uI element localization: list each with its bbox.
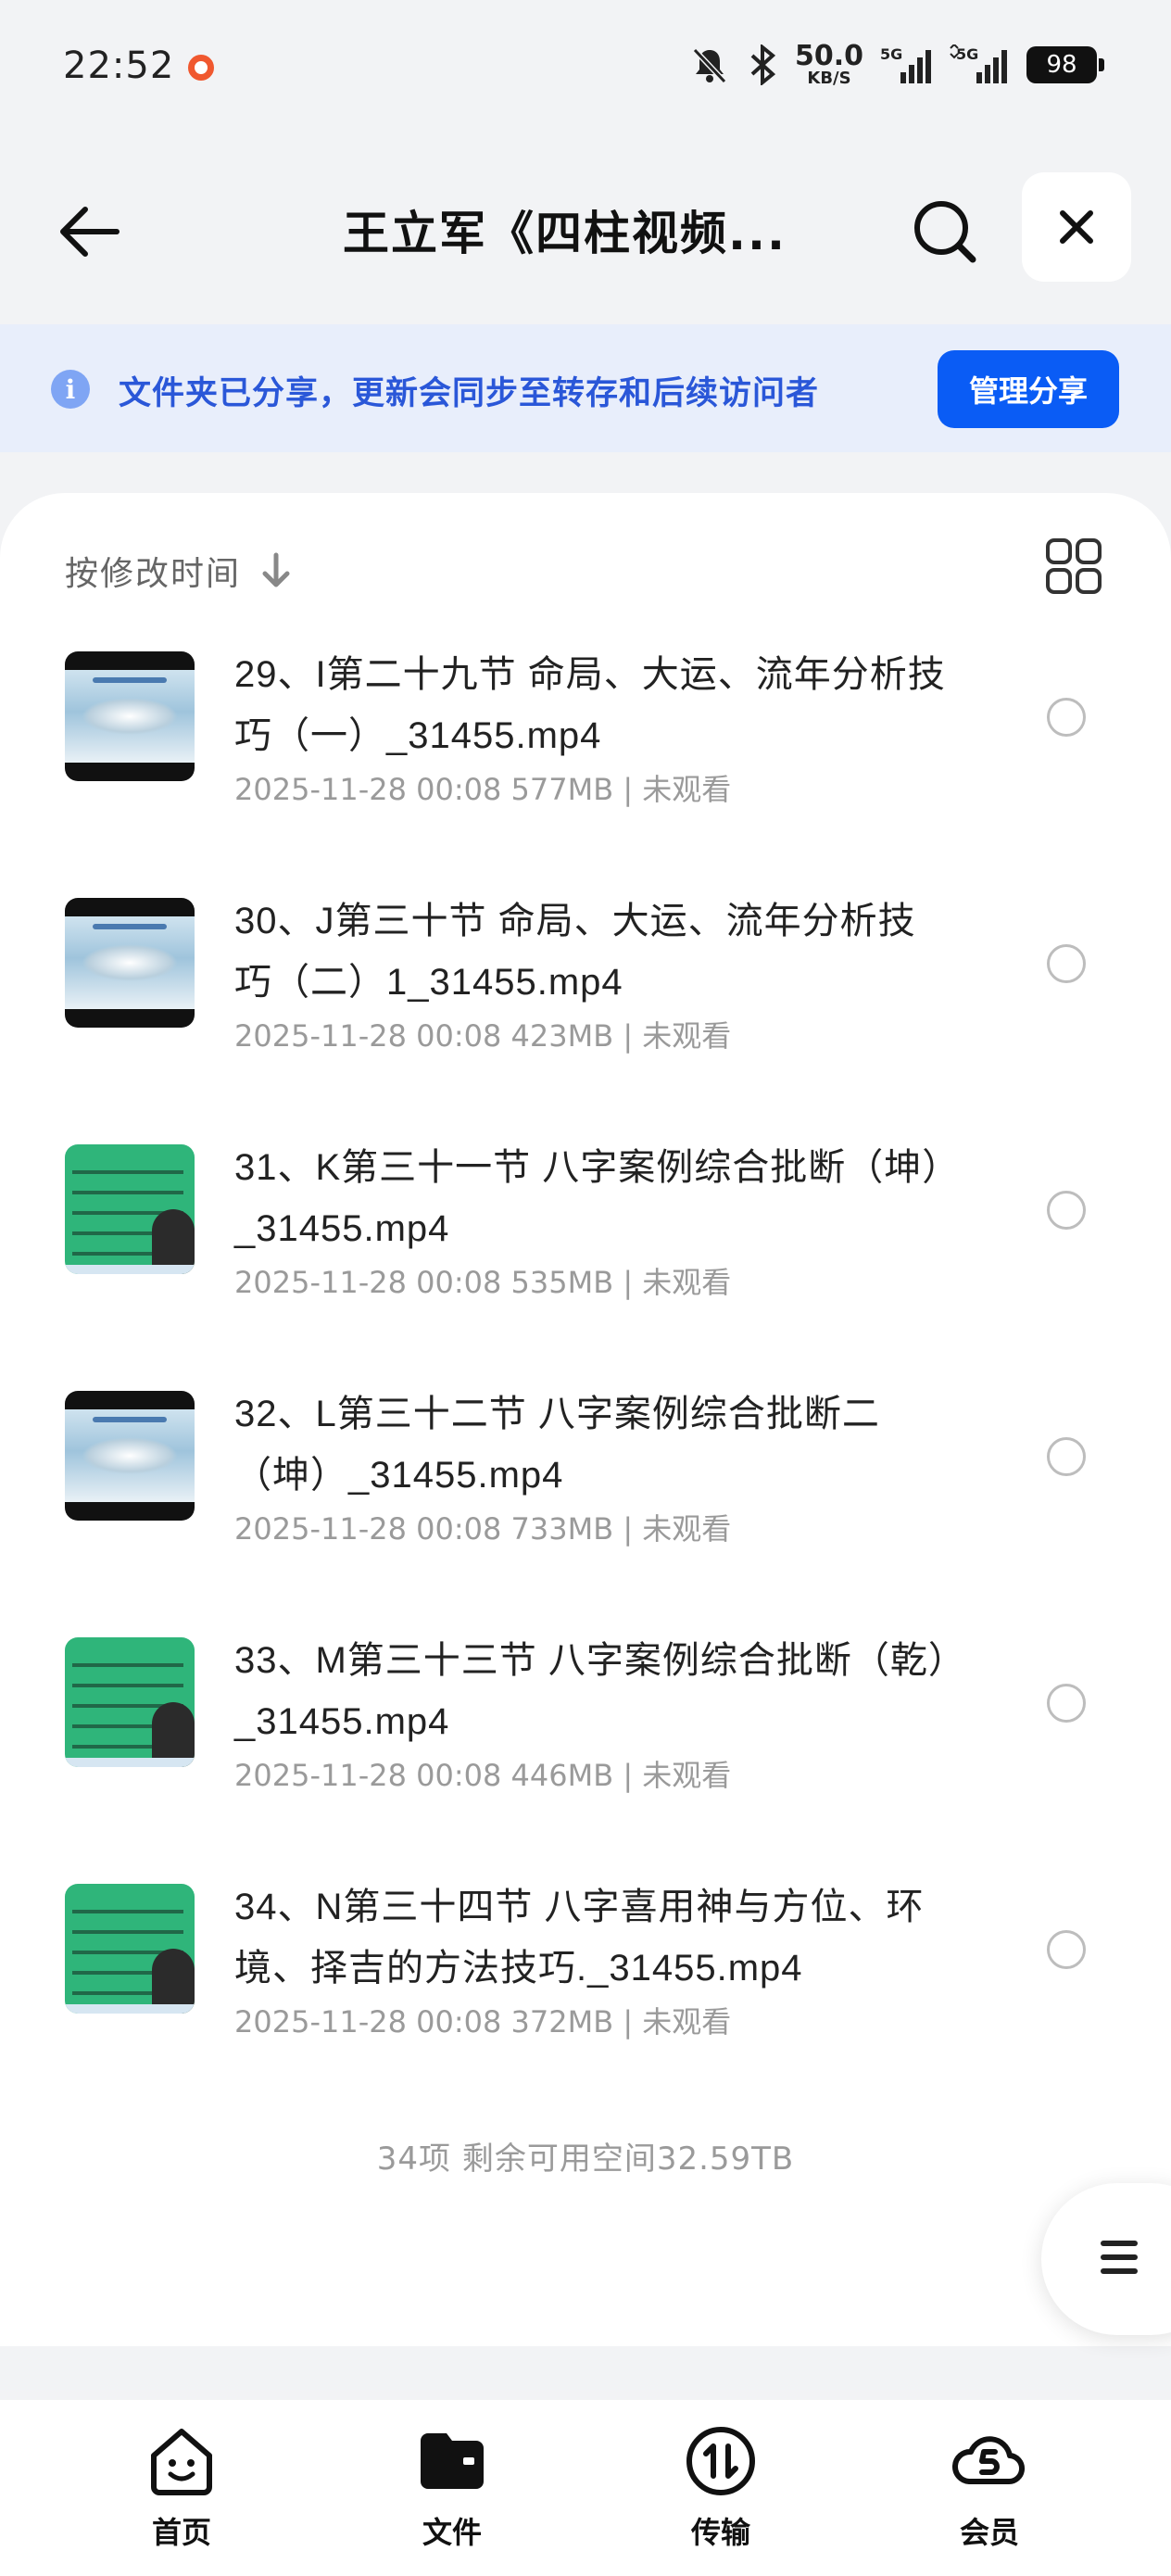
file-size: 423MB [510, 1018, 614, 1054]
status-time: 22:52 [63, 44, 175, 87]
select-radio[interactable] [1047, 1191, 1086, 1230]
nav-vip-label: 会员 [959, 2515, 1019, 2550]
recording-indicator-icon [188, 55, 214, 81]
select-radio[interactable] [1047, 1684, 1086, 1723]
close-icon [1060, 210, 1093, 244]
file-date: 2025-11-28 00:08 [234, 1265, 502, 1300]
page-title: 王立军《四柱视频... [343, 207, 787, 260]
signal-2-label: 5G [956, 45, 978, 63]
file-date: 2025-11-28 00:08 [234, 2004, 502, 2039]
file-date: 2025-11-28 00:08 [234, 1018, 502, 1054]
watch-status: 未观看 [642, 772, 732, 807]
menu-lines-icon [1101, 2241, 1138, 2274]
watch-status: 未观看 [642, 1511, 732, 1547]
video-thumbnail [65, 1637, 195, 1767]
home-face-icon [143, 2422, 220, 2500]
video-thumbnail [65, 898, 195, 1028]
status-bar: 22:52 50.0 KB/S 5G 5G 98 [0, 0, 1171, 139]
watch-status: 未观看 [642, 1758, 732, 1793]
nav-home[interactable]: 首页 [117, 2422, 246, 2561]
sort-selector[interactable]: 按修改时间 [65, 547, 293, 595]
file-meta: 2025-11-28 00:08 423MB | 未观看 [234, 1018, 732, 1054]
sort-label: 按修改时间 [65, 555, 242, 593]
file-size: 733MB [510, 1511, 614, 1547]
file-meta: 2025-11-28 00:08 577MB | 未观看 [234, 772, 732, 807]
file-row[interactable]: 33、M第三十三节 八字案例综合批断（乾）_31455.mp4 2025-11-2… [0, 1611, 1171, 1858]
file-name: 34、N第三十四节 八字喜用神与方位、环境、择吉的方法技巧._31455.mp4 [234, 1887, 925, 1989]
file-name: 31、K第三十一节 八字案例综合批断（坤）_31455.mp4 [234, 1147, 942, 1249]
vip-cloud-icon [951, 2422, 1028, 2500]
file-meta: 2025-11-28 00:08 733MB | 未观看 [234, 1511, 732, 1547]
file-row[interactable]: 29、I第二十九节 命局、大运、流年分析技巧（一）_31455.mp4 2025-… [0, 625, 1171, 872]
watch-status: 未观看 [642, 1265, 732, 1300]
video-thumbnail [65, 1391, 195, 1521]
signal-icon-2: 5G [949, 44, 1010, 85]
nav-vip[interactable]: 会员 [925, 2422, 1054, 2561]
select-radio[interactable] [1047, 698, 1086, 737]
file-meta: 2025-11-28 00:08 372MB | 未观看 [234, 2004, 732, 2039]
file-row[interactable]: 31、K第三十一节 八字案例综合批断（坤）_31455.mp4 2025-11-2… [0, 1118, 1171, 1365]
net-speed: 50.0 KB/S [795, 43, 863, 87]
file-size: 577MB [510, 772, 614, 807]
search-button[interactable] [908, 195, 982, 269]
nav-files-label: 文件 [422, 2515, 482, 2550]
file-name: 29、I第二十九节 命局、大运、流年分析技巧（一）_31455.mp4 [234, 654, 946, 756]
grid-view-toggle[interactable] [1045, 537, 1102, 595]
nav-transfer-label: 传输 [690, 2515, 750, 2550]
arrow-left-icon [60, 207, 120, 257]
video-thumbnail [65, 651, 195, 781]
signal-1-label: 5G [880, 45, 902, 63]
battery-indicator: 98 [1026, 46, 1104, 83]
nav-files[interactable]: 文件 [387, 2422, 517, 2561]
file-size: 446MB [510, 1758, 614, 1793]
file-name: 32、L第三十二节 八字案例综合批断二（坤）_31455.mp4 [234, 1394, 880, 1496]
bottom-navigation: 首页 文件 传输 会员 [0, 2400, 1171, 2576]
storage-summary: 34项 剩余可用空间32.59TB [376, 2140, 795, 2178]
file-name: 30、J第三十节 命局、大运、流年分析技巧（二）1_31455.mp4 [234, 901, 916, 1003]
select-radio[interactable] [1047, 1437, 1086, 1476]
select-radio[interactable] [1047, 944, 1086, 983]
file-row[interactable]: 34、N第三十四节 八字喜用神与方位、环境、择吉的方法技巧._31455.mp4… [0, 1858, 1171, 2104]
file-date: 2025-11-28 00:08 [234, 1758, 502, 1793]
file-row[interactable]: 30、J第三十节 命局、大运、流年分析技巧（二）1_31455.mp4 2025-… [0, 872, 1171, 1118]
close-button[interactable] [1022, 172, 1131, 282]
search-icon [914, 201, 976, 263]
status-icons: 50.0 KB/S 5G 5G 98 [689, 43, 1104, 87]
file-row[interactable]: 32、L第三十二节 八字案例综合批断二（坤）_31455.mp4 2025-11-… [0, 1365, 1171, 1611]
watch-status: 未观看 [642, 2004, 732, 2039]
file-name: 33、M第三十三节 八字案例综合批断（乾）_31455.mp4 [234, 1640, 948, 1742]
arrow-down-icon [262, 552, 290, 587]
net-speed-value: 50.0 [794, 40, 863, 72]
info-icon: i [51, 370, 90, 409]
select-radio[interactable] [1047, 1930, 1086, 1969]
mute-bell-icon [689, 44, 730, 85]
back-button[interactable] [51, 195, 125, 269]
nav-transfer[interactable]: 传输 [656, 2422, 786, 2561]
watch-status: 未观看 [642, 1018, 732, 1054]
file-date: 2025-11-28 00:08 [234, 1511, 502, 1547]
nav-home-label: 首页 [151, 2515, 211, 2550]
header-bar: 王立军《四柱视频... [0, 167, 1171, 287]
video-thumbnail [65, 1884, 195, 2014]
grid-view-icon [1046, 538, 1102, 594]
file-size: 535MB [510, 1265, 614, 1300]
app-screen: 22:52 50.0 KB/S 5G 5G 98 王立军《四柱视频... i 文… [0, 0, 1171, 2576]
bluetooth-icon [747, 44, 778, 85]
file-meta: 2025-11-28 00:08 446MB | 未观看 [234, 1758, 732, 1793]
video-thumbnail [65, 1144, 195, 1274]
signal-icon-1: 5G [880, 44, 932, 85]
file-meta: 2025-11-28 00:08 535MB | 未观看 [234, 1265, 732, 1300]
file-size: 372MB [510, 2004, 614, 2039]
folder-icon [413, 2422, 491, 2500]
file-date: 2025-11-28 00:08 [234, 772, 502, 807]
share-notice-text: 文件夹已分享，更新会同步至转存和后续访问者 [119, 375, 820, 412]
transfer-icon [682, 2422, 760, 2500]
net-speed-unit: KB/S [807, 69, 851, 88]
manage-share-button[interactable]: 管理分享 [938, 350, 1119, 428]
